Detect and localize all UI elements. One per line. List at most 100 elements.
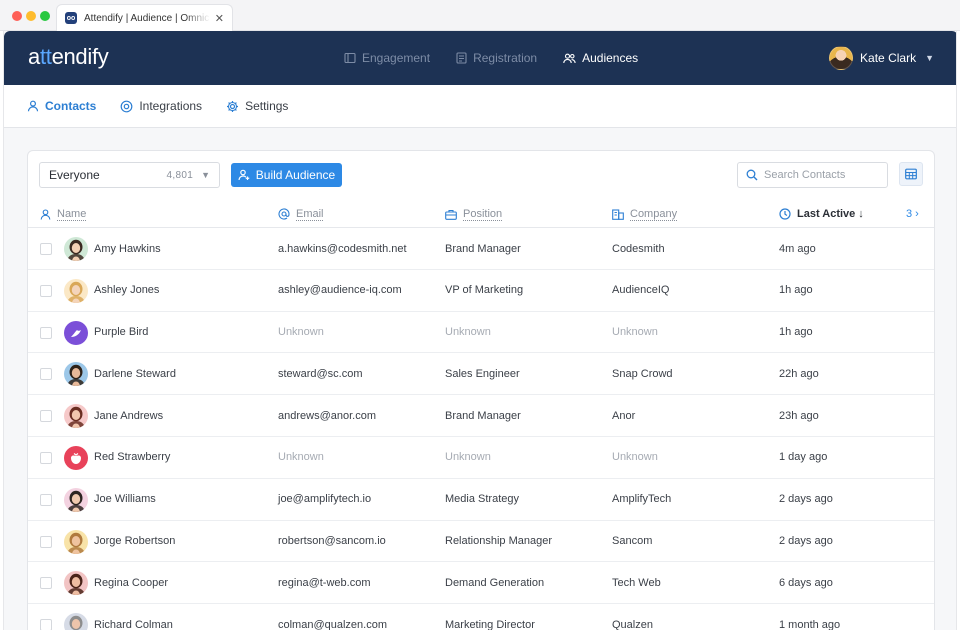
strawberry-icon xyxy=(64,445,88,470)
contact-email: colman@qualzen.com xyxy=(278,618,387,630)
contact-last-active: 1h ago xyxy=(779,284,813,297)
window-zoom-button[interactable] xyxy=(40,11,50,21)
contact-name[interactable]: Regina Cooper xyxy=(94,562,168,603)
contact-name[interactable]: Joe Williams xyxy=(94,479,156,520)
gear-icon xyxy=(227,100,239,112)
contact-name[interactable]: Darlene Steward xyxy=(94,353,176,394)
table-row[interactable]: Jane Andrews andrews@anor.com Brand Manage… xyxy=(28,395,934,437)
window-close-button[interactable] xyxy=(12,11,22,21)
row-checkbox[interactable] xyxy=(40,535,52,548)
contact-position: Demand Generation xyxy=(445,576,545,589)
table-row[interactable]: Red Strawberry Unknown Unknown Unknown 1 day… xyxy=(28,437,934,479)
add-user-icon xyxy=(238,169,250,181)
avatar-photo xyxy=(64,487,88,512)
nav-item-audiences[interactable]: Audiences xyxy=(563,51,638,65)
avatar xyxy=(64,445,88,470)
nav-item-registration[interactable]: Registration xyxy=(456,51,537,65)
table-header: Name Email Position Company Last Active … xyxy=(28,201,934,228)
avatar xyxy=(64,529,88,554)
column-header-email[interactable]: Email xyxy=(278,201,324,227)
contact-email: robertson@sancom.io xyxy=(278,535,386,548)
contact-name[interactable]: Richard Colman xyxy=(94,604,173,630)
contact-last-active: 6 days ago xyxy=(779,576,833,589)
contact-position: Unknown xyxy=(445,451,491,464)
contact-last-active: 1 day ago xyxy=(779,451,828,464)
table-view-toggle[interactable] xyxy=(899,162,923,186)
app-window: attendify Engagement Registration Audience… xyxy=(3,31,957,630)
browser-tab[interactable]: oo Attendify | Audience | Omnichannel ✕ xyxy=(56,4,233,31)
contact-name[interactable]: Purple Bird xyxy=(94,312,148,353)
contact-last-active: 4m ago xyxy=(779,242,816,255)
row-checkbox[interactable] xyxy=(40,326,52,339)
contact-position: Unknown xyxy=(445,326,491,339)
clock-icon xyxy=(779,208,791,220)
table-row[interactable]: Regina Cooper regina@t-web.com Demand Gene… xyxy=(28,562,934,605)
briefcase-icon xyxy=(445,209,457,220)
row-checkbox[interactable] xyxy=(40,577,52,590)
user-avatar xyxy=(829,46,854,70)
avatar xyxy=(64,404,88,429)
contact-email: andrews@anor.com xyxy=(278,409,376,422)
table-row[interactable]: Darlene Steward steward@sc.com Sales Engin… xyxy=(28,353,934,396)
contact-name[interactable]: Jorge Robertson xyxy=(94,521,175,562)
search-icon xyxy=(746,169,758,181)
contact-position: Brand Manager xyxy=(445,242,521,255)
bird-icon xyxy=(64,320,88,345)
row-checkbox[interactable] xyxy=(40,284,52,297)
tab-settings[interactable]: Settings xyxy=(226,99,288,113)
contact-email: steward@sc.com xyxy=(278,367,363,380)
contact-name[interactable]: Amy Hawkins xyxy=(94,228,161,269)
contact-name[interactable]: Red Strawberry xyxy=(94,437,170,478)
avatar-photo xyxy=(64,404,88,429)
row-checkbox[interactable] xyxy=(40,243,52,255)
person-icon xyxy=(40,208,51,220)
avatar-photo xyxy=(64,237,88,261)
row-checkbox[interactable] xyxy=(40,619,52,630)
contact-email: regina@t-web.com xyxy=(278,576,371,589)
tab-integrations[interactable]: Integrations xyxy=(120,99,202,113)
column-header-last-active[interactable]: Last Active ↓ xyxy=(779,201,864,227)
registration-icon xyxy=(456,52,473,64)
contact-name[interactable]: Ashley Jones xyxy=(94,270,159,311)
user-menu[interactable]: Kate Clark ▼ xyxy=(829,46,934,70)
tab-contacts[interactable]: Contacts xyxy=(27,99,96,113)
row-checkbox[interactable] xyxy=(40,493,52,506)
table-row[interactable]: Ashley Jones ashley@audience-iq.com VP of … xyxy=(28,270,934,312)
contact-position: Media Strategy xyxy=(445,493,519,506)
table-row[interactable]: Amy Hawkins a.hawkins@codesmith.net Brand … xyxy=(28,228,934,270)
contact-position: Sales Engineer xyxy=(445,367,520,380)
column-header-position[interactable]: Position xyxy=(445,201,502,227)
table-row[interactable]: Joe Williams joe@amplifytech.io Media Stra… xyxy=(28,479,934,521)
row-checkbox[interactable] xyxy=(40,410,52,423)
engagement-icon xyxy=(344,52,362,64)
attendify-logo[interactable]: attendify xyxy=(28,44,109,70)
table-row[interactable]: Jorge Robertson robertson@sancom.io Relati… xyxy=(28,521,934,563)
more-columns-button[interactable]: 3 › xyxy=(906,201,919,227)
row-checkbox[interactable] xyxy=(40,451,52,464)
contact-last-active: 1h ago xyxy=(779,326,813,339)
column-header-company[interactable]: Company xyxy=(612,201,677,227)
avatar xyxy=(64,237,88,261)
table-row[interactable]: Richard Colman colman@qualzen.com Marketin… xyxy=(28,604,934,630)
window-minimize-button[interactable] xyxy=(26,11,36,21)
tab-close-icon[interactable]: ✕ xyxy=(215,12,224,25)
at-sign-icon xyxy=(278,208,290,220)
contact-email: Unknown xyxy=(278,451,324,464)
sort-descending-icon: ↓ xyxy=(858,208,864,220)
search-input[interactable] xyxy=(764,169,874,181)
table-row[interactable]: Purple Bird Unknown Unknown Unknown 1h ago xyxy=(28,312,934,354)
segment-count: 4,801 xyxy=(166,169,194,181)
contact-company: Unknown xyxy=(612,326,658,339)
nav-item-engagement[interactable]: Engagement xyxy=(344,51,430,65)
build-audience-button[interactable]: Build Audience xyxy=(231,163,342,187)
chevron-down-icon: ▼ xyxy=(925,53,934,63)
browser-chrome: oo Attendify | Audience | Omnichannel ✕ xyxy=(0,0,960,31)
column-header-name[interactable]: Name xyxy=(40,201,86,227)
audience-segment-select[interactable]: Everyone 4,801 ▼ xyxy=(39,162,220,188)
contact-name[interactable]: Jane Andrews xyxy=(94,395,163,436)
row-checkbox[interactable] xyxy=(40,368,52,381)
avatar-photo xyxy=(64,362,88,387)
user-name: Kate Clark xyxy=(860,51,917,65)
avatar xyxy=(64,278,88,303)
segment-label: Everyone xyxy=(49,168,100,182)
